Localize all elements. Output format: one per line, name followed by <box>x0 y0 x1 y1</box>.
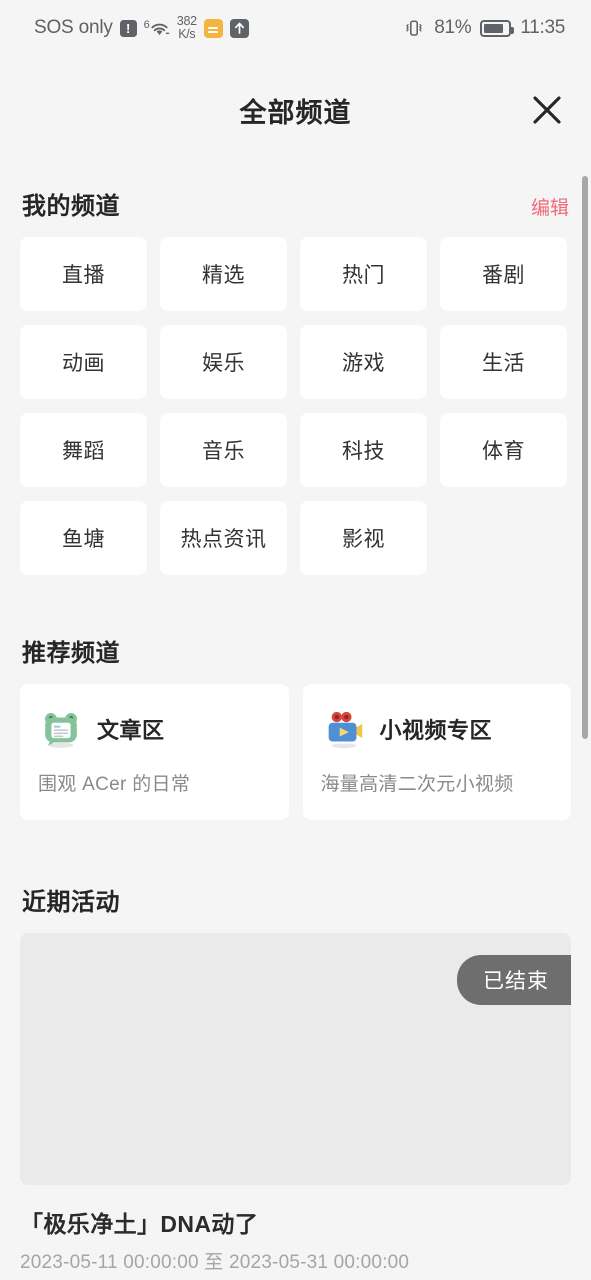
channel-tile[interactable]: 游戏 <box>300 325 427 399</box>
carrier-label: SOS only <box>34 17 113 38</box>
channel-tile[interactable]: 精选 <box>160 237 287 311</box>
channel-tile[interactable]: 鱼塘 <box>20 501 147 575</box>
alert-icon: ! <box>119 19 137 37</box>
battery-icon <box>480 19 515 37</box>
recent-activities-header: 近期活动 <box>0 882 591 917</box>
status-bar-left: SOS only ! 6 382 K/s <box>34 15 249 41</box>
vibrate-icon <box>406 20 423 36</box>
recommended-card-desc: 海量高清二次元小视频 <box>320 774 514 795</box>
recommended-channels-section: 推荐频道 文章区 围观 ACer 的日常 小视频专区 海量高清二次元小视频 <box>0 575 591 820</box>
recommended-card-desc: 围观 ACer 的日常 <box>38 774 191 795</box>
channel-tile[interactable]: 番剧 <box>440 237 567 311</box>
channel-tile[interactable]: 科技 <box>300 413 427 487</box>
channel-tile[interactable]: 娱乐 <box>160 325 287 399</box>
upload-arrow-glyph <box>234 22 244 34</box>
content-scroll-area[interactable]: 我的频道 编辑 直播 精选 热门 番剧 动画 娱乐 游戏 生活 舞蹈 音乐 科技… <box>0 164 591 1280</box>
recommended-card-name: 文章区 <box>97 718 165 743</box>
close-glyph <box>533 96 561 124</box>
edit-channels-button[interactable]: 编辑 <box>531 193 569 220</box>
upload-arrow-icon <box>229 18 249 38</box>
channel-tile[interactable]: 舞蹈 <box>20 413 147 487</box>
recommended-card-name: 小视频专区 <box>379 718 493 743</box>
recommended-card-short-video[interactable]: 小视频专区 海量高清二次元小视频 <box>302 684 571 820</box>
my-channels-section: 我的频道 编辑 直播 精选 热门 番剧 动画 娱乐 游戏 生活 舞蹈 音乐 科技… <box>0 164 591 575</box>
sim-card-glyph <box>208 27 219 29</box>
battery-fill <box>484 23 503 33</box>
channel-tile[interactable]: 音乐 <box>160 413 287 487</box>
page-header: 全部频道 <box>0 56 591 164</box>
my-channels-title: 我的频道 <box>22 193 120 220</box>
recommended-card-article[interactable]: 文章区 围观 ACer 的日常 <box>20 684 289 820</box>
clock-label: 11:35 <box>520 17 565 38</box>
activity-title: 「极乐净土」DNA动了 <box>20 1211 259 1237</box>
network-speed: 382 K/s <box>177 15 197 41</box>
network-speed-unit: K/s <box>178 27 196 41</box>
activity-status-badge: 已结束 <box>457 955 571 1005</box>
status-bar: SOS only ! 6 382 K/s 81% 11:35 <box>0 0 591 56</box>
my-channels-header: 我的频道 编辑 <box>0 186 591 221</box>
activity-banner-image: 已结束 <box>20 933 571 1185</box>
recommended-channels-header: 推荐频道 <box>0 633 591 668</box>
recent-activities-section: 近期活动 已结束 「极乐净土」DNA动了 2023-05-11 00:00:00… <box>0 820 591 1274</box>
sim-card-icon <box>203 18 223 38</box>
status-bar-right: 81% 11:35 <box>403 17 565 39</box>
battery-percent-label: 81% <box>434 17 472 38</box>
recommended-card-head: 小视频专区 <box>321 706 554 752</box>
channel-tile[interactable]: 影视 <box>300 501 427 575</box>
wifi-glyph <box>151 23 170 35</box>
close-icon[interactable] <box>525 88 569 132</box>
frog-article-icon <box>44 712 78 748</box>
activity-item[interactable]: 已结束 「极乐净土」DNA动了 2023-05-11 00:00:00 至 20… <box>20 933 571 1274</box>
video-camera-icon <box>328 711 362 749</box>
wifi-icon: 6 <box>144 19 170 37</box>
channel-tile[interactable]: 动画 <box>20 325 147 399</box>
channel-tile[interactable]: 热点资讯 <box>160 501 287 575</box>
vertical-scrollbar[interactable] <box>582 176 588 739</box>
activity-date-range: 2023-05-11 00:00:00 至 2023-05-31 00:00:0… <box>20 1252 410 1273</box>
channel-tile[interactable]: 直播 <box>20 237 147 311</box>
my-channels-grid: 直播 精选 热门 番剧 动画 娱乐 游戏 生活 舞蹈 音乐 科技 体育 鱼塘 热… <box>0 237 591 575</box>
recommended-channels-title: 推荐频道 <box>22 640 120 667</box>
channel-tile[interactable]: 体育 <box>440 413 567 487</box>
page-title: 全部频道 <box>239 97 352 128</box>
recent-activities-title: 近期活动 <box>22 889 120 916</box>
recommended-card-head: 文章区 <box>38 706 271 752</box>
channel-tile[interactable]: 热门 <box>300 237 427 311</box>
channel-tile[interactable]: 生活 <box>440 325 567 399</box>
recommended-channels-grid: 文章区 围观 ACer 的日常 小视频专区 海量高清二次元小视频 <box>0 684 591 820</box>
